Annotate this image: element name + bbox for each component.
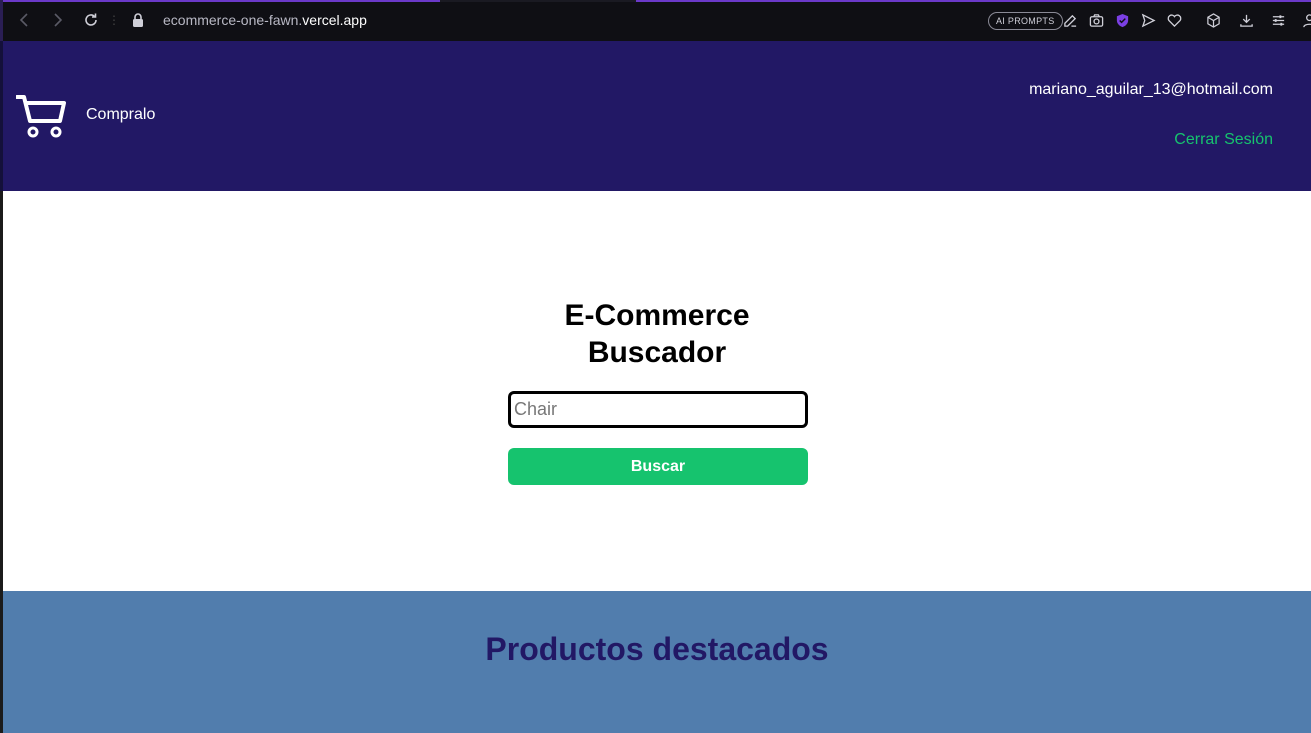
tab-strip	[3, 0, 1311, 2]
separator: ⋮	[108, 13, 120, 27]
featured-title: Productos destacados	[485, 631, 829, 667]
url-host: vercel.app	[302, 12, 367, 28]
logout-link[interactable]: Cerrar Sesión	[1174, 131, 1273, 149]
title-line-1: E-Commerce	[564, 299, 750, 332]
ai-prompts-button[interactable]: AI PROMPTS	[988, 12, 1063, 30]
search-button[interactable]: Buscar	[508, 448, 808, 485]
edit-icon[interactable]	[1061, 11, 1079, 29]
user-email: mariano_aguilar_13@hotmail.com	[1029, 81, 1273, 98]
camera-icon[interactable]	[1087, 11, 1105, 29]
download-icon[interactable]	[1237, 11, 1255, 29]
reload-icon[interactable]	[82, 11, 100, 29]
site-header: Compralo mariano_aguilar_13@hotmail.com …	[0, 41, 1311, 191]
forward-icon[interactable]	[48, 11, 66, 29]
tab-indicator	[636, 0, 1311, 2]
browser-toolbar: ⋮ ecommerce-one-fawn.vercel.app AI PROMP…	[0, 0, 1311, 41]
back-icon[interactable]	[16, 11, 34, 29]
title-line-2: Buscador	[587, 336, 727, 369]
heart-icon[interactable]	[1165, 11, 1183, 29]
send-icon[interactable]	[1139, 11, 1157, 29]
brand-name[interactable]: Compralo	[86, 106, 155, 124]
page-title: E-Commerce Buscador	[557, 297, 757, 371]
tab-indicator	[3, 0, 440, 2]
profile-icon[interactable]	[1300, 11, 1311, 29]
settings-icon[interactable]	[1269, 11, 1287, 29]
featured-products-section: Productos destacados	[3, 591, 1311, 733]
url-domain: ecommerce-one-fawn.	[163, 12, 303, 28]
lock-icon[interactable]	[132, 12, 144, 28]
shield-icon[interactable]	[1113, 11, 1131, 29]
address-bar[interactable]: ecommerce-one-fawn.vercel.app	[163, 12, 367, 28]
cube-icon[interactable]	[1204, 11, 1222, 29]
shopping-cart-icon[interactable]	[16, 93, 66, 139]
search-input[interactable]	[508, 391, 808, 428]
search-section: E-Commerce Buscador Buscar	[3, 191, 1311, 591]
